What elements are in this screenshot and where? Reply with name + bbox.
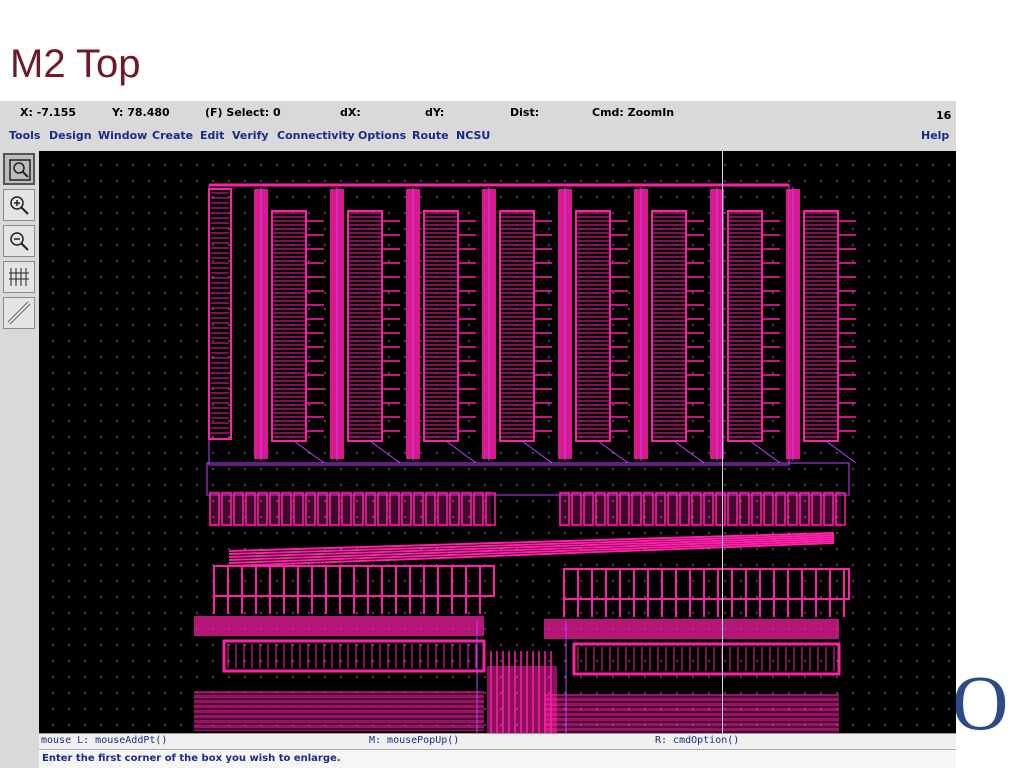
slide-title: M2 Top — [10, 42, 141, 86]
mouse-bindings-bar: mouse L: mouseAddPt() M: mousePopUp() R:… — [39, 733, 956, 749]
ruler-icon — [7, 301, 31, 325]
menu-tools[interactable]: Tools — [9, 129, 40, 142]
menu-window[interactable]: Window — [98, 129, 147, 142]
zoom-out-icon — [10, 232, 29, 251]
delta-y: dY: — [425, 106, 445, 119]
command-prompt: Enter the first corner of the box you wi… — [42, 753, 341, 764]
menu-design[interactable]: Design — [49, 129, 92, 142]
zoom-in-icon — [10, 196, 29, 215]
menu-bar: Tools Design Window Create Edit Verify C… — [0, 123, 956, 149]
menu-options[interactable]: Options — [358, 129, 406, 142]
stretch-button[interactable] — [3, 261, 35, 293]
layout-drawing — [194, 183, 857, 733]
x-coordinate: X: -7.155 — [20, 106, 77, 119]
select-count: (F) Select: 0 — [205, 106, 281, 119]
menu-edit[interactable]: Edit — [200, 129, 224, 142]
mouse-left-binding: mouse L: mouseAddPt() — [41, 735, 168, 746]
menu-help[interactable]: Help — [921, 129, 949, 142]
delta-x: dX: — [340, 106, 361, 119]
menu-route[interactable]: Route — [412, 129, 449, 142]
tool-palette — [0, 151, 38, 733]
prompt-bar: Enter the first corner of the box you wi… — [39, 749, 956, 768]
menu-ncsu[interactable]: NCSU — [456, 129, 490, 142]
zoom-out-button[interactable] — [3, 225, 35, 257]
menu-connectivity[interactable]: Connectivity — [277, 129, 355, 142]
zoom-in-button[interactable] — [3, 189, 35, 221]
window-number: 16 — [936, 109, 952, 122]
mouse-middle-binding: M: mousePopUp() — [369, 735, 460, 746]
stretch-icon — [9, 268, 29, 286]
cursor-crosshair — [722, 151, 723, 733]
ruler-button[interactable] — [3, 297, 35, 329]
mouse-right-binding: R: cmdOption() — [655, 735, 740, 746]
zoom-fit-button[interactable] — [3, 153, 35, 185]
logo-fragment: O — [952, 659, 1009, 746]
menu-verify[interactable]: Verify — [232, 129, 269, 142]
menu-create[interactable]: Create — [152, 129, 193, 142]
layout-canvas[interactable] — [39, 151, 956, 733]
status-bar: X: -7.155 Y: 78.480 (F) Select: 0 dX: dY… — [0, 101, 956, 123]
zoom-fit-icon — [9, 159, 31, 181]
y-coordinate: Y: 78.480 — [112, 106, 170, 119]
current-command: Cmd: ZoomIn — [592, 106, 675, 119]
layout-editor-window: X: -7.155 Y: 78.480 (F) Select: 0 dX: dY… — [0, 101, 956, 768]
distance: Dist: — [510, 106, 540, 119]
